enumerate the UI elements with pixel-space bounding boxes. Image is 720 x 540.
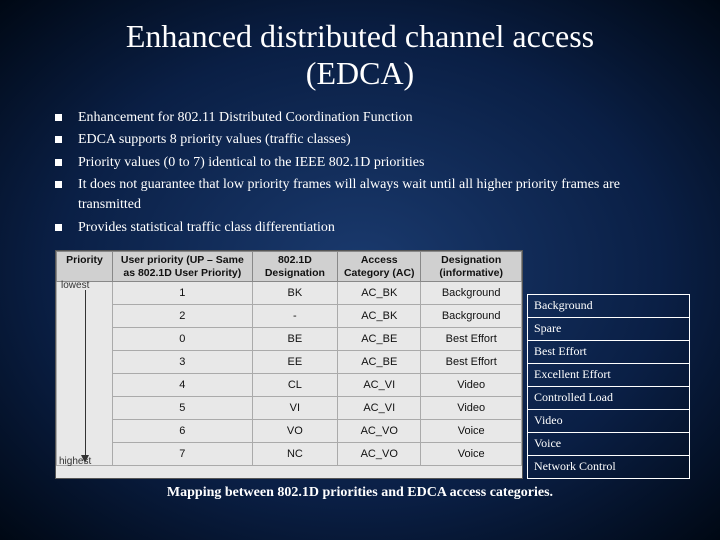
cell-d: NC bbox=[252, 443, 337, 466]
side-label: Voice bbox=[528, 432, 690, 455]
cell-des: Video bbox=[421, 397, 522, 420]
cell-ac: AC_BK bbox=[338, 282, 421, 305]
cell-ac: AC_VI bbox=[338, 374, 421, 397]
square-bullet-icon bbox=[55, 136, 62, 143]
cell-up: 6 bbox=[113, 420, 253, 443]
bullet-text: It does not guarantee that low priority … bbox=[78, 175, 680, 214]
cell-d: BK bbox=[252, 282, 337, 305]
cell-des: Best Effort bbox=[421, 328, 522, 351]
cell-d: VO bbox=[252, 420, 337, 443]
square-bullet-icon bbox=[55, 224, 62, 231]
cell-ac: AC_VI bbox=[338, 397, 421, 420]
bullet-text: EDCA supports 8 priority values (traffic… bbox=[78, 130, 680, 150]
cell-des: Video bbox=[421, 374, 522, 397]
side-label: Best Effort bbox=[528, 340, 690, 363]
side-label: Excellent Effort bbox=[528, 363, 690, 386]
bullet-item: EDCA supports 8 priority values (traffic… bbox=[55, 130, 680, 150]
cell-d: BE bbox=[252, 328, 337, 351]
side-label: Controlled Load bbox=[528, 386, 690, 409]
figure-caption: Mapping between 802.1D priorities and ED… bbox=[0, 479, 720, 501]
side-label-table: Background Spare Best Effort Excellent E… bbox=[527, 250, 690, 479]
title-line-1: Enhanced distributed channel access bbox=[126, 18, 594, 54]
cell-d: EE bbox=[252, 351, 337, 374]
side-label: Video bbox=[528, 409, 690, 432]
cell-des: Background bbox=[421, 305, 522, 328]
cell-des: Best Effort bbox=[421, 351, 522, 374]
title-line-2: (EDCA) bbox=[306, 55, 414, 91]
slide-title: Enhanced distributed channel access (EDC… bbox=[0, 0, 720, 100]
col-priority: Priority bbox=[57, 252, 113, 282]
figure-area: Priority User priority (UP – Same as 802… bbox=[0, 246, 720, 479]
arrow-label-highest: highest bbox=[59, 456, 91, 467]
cell-ac: AC_BE bbox=[338, 351, 421, 374]
square-bullet-icon bbox=[55, 181, 62, 188]
bullet-list: Enhancement for 802.11 Distributed Coord… bbox=[0, 100, 720, 247]
side-label: Spare bbox=[528, 317, 690, 340]
side-label: Network Control bbox=[528, 455, 690, 478]
priority-mapping-table: Priority User priority (UP – Same as 802… bbox=[55, 250, 523, 479]
cell-up: 1 bbox=[113, 282, 253, 305]
cell-d: CL bbox=[252, 374, 337, 397]
col-user-priority: User priority (UP – Same as 802.1D User … bbox=[113, 252, 253, 282]
cell-ac: AC_BK bbox=[338, 305, 421, 328]
arrow-line-icon bbox=[85, 290, 86, 457]
bullet-item: Provides statistical traffic class diffe… bbox=[55, 218, 680, 238]
bullet-item: Priority values (0 to 7) identical to th… bbox=[55, 153, 680, 173]
cell-up: 5 bbox=[113, 397, 253, 420]
cell-des: Voice bbox=[421, 420, 522, 443]
cell-des: Background bbox=[421, 282, 522, 305]
bullet-text: Priority values (0 to 7) identical to th… bbox=[78, 153, 680, 173]
cell-ac: AC_BE bbox=[338, 328, 421, 351]
cell-up: 4 bbox=[113, 374, 253, 397]
cell-ac: AC_VO bbox=[338, 420, 421, 443]
cell-d: - bbox=[252, 305, 337, 328]
priority-arrow-cell: lowest highest bbox=[57, 282, 113, 466]
bullet-item: Enhancement for 802.11 Distributed Coord… bbox=[55, 108, 680, 128]
cell-ac: AC_VO bbox=[338, 443, 421, 466]
cell-up: 7 bbox=[113, 443, 253, 466]
col-8021d: 802.1D Designation bbox=[252, 252, 337, 282]
side-label: Background bbox=[528, 294, 690, 317]
col-designation: Designation (informative) bbox=[421, 252, 522, 282]
col-access-category: Access Category (AC) bbox=[338, 252, 421, 282]
side-spacer bbox=[528, 250, 690, 294]
square-bullet-icon bbox=[55, 114, 62, 121]
square-bullet-icon bbox=[55, 159, 62, 166]
cell-d: VI bbox=[252, 397, 337, 420]
bullet-text: Enhancement for 802.11 Distributed Coord… bbox=[78, 108, 680, 128]
cell-up: 3 bbox=[113, 351, 253, 374]
cell-up: 2 bbox=[113, 305, 253, 328]
cell-des: Voice bbox=[421, 443, 522, 466]
cell-up: 0 bbox=[113, 328, 253, 351]
bullet-text: Provides statistical traffic class diffe… bbox=[78, 218, 680, 238]
bullet-item: It does not guarantee that low priority … bbox=[55, 175, 680, 214]
